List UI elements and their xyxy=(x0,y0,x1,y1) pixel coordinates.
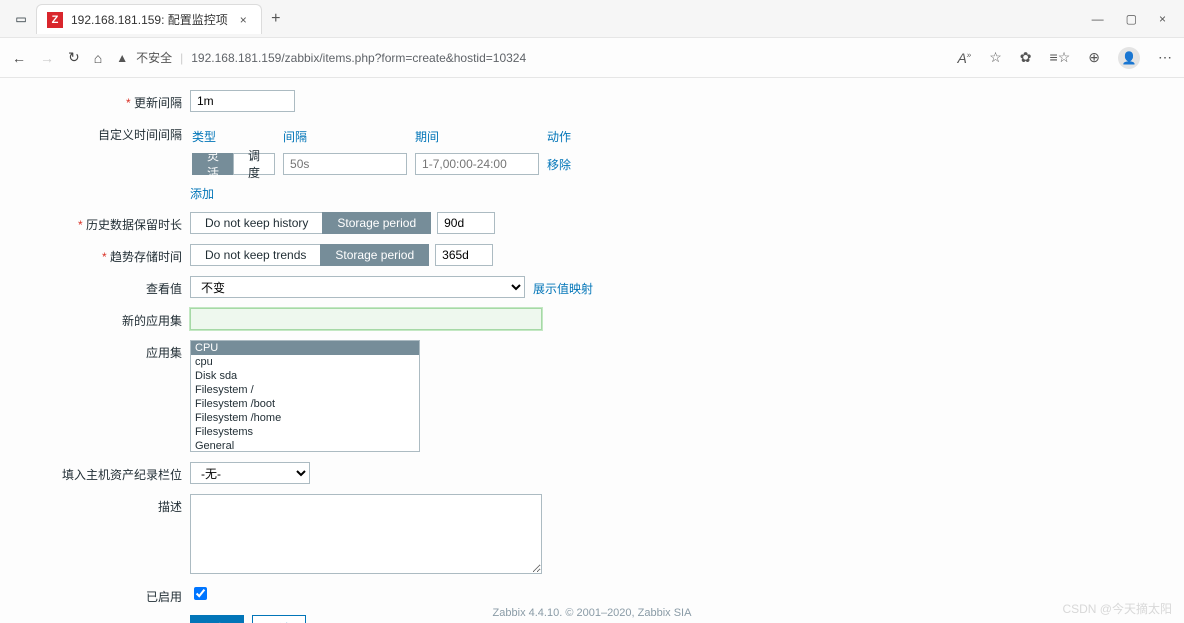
interval-type-flexible[interactable]: 灵活 xyxy=(192,153,234,175)
favorite-icon[interactable]: ☆ xyxy=(989,49,1002,66)
description-textarea[interactable] xyxy=(190,494,542,574)
new-application-input[interactable] xyxy=(190,308,542,330)
history-storage-period[interactable]: Storage period xyxy=(322,212,431,234)
applications-listbox[interactable]: CPUcpuDisk sdaFilesystem /Filesystem /bo… xyxy=(190,340,420,452)
col-interval: 间隔 xyxy=(283,124,413,149)
value-mapping-link[interactable]: 展示值映射 xyxy=(533,276,593,297)
text-size-icon[interactable]: A» xyxy=(957,50,971,66)
interval-delay-input[interactable] xyxy=(283,153,407,175)
history-value-input[interactable] xyxy=(437,212,495,234)
window-close-button[interactable]: × xyxy=(1159,12,1166,26)
interval-period-input[interactable] xyxy=(415,153,539,175)
interval-add-link[interactable]: 添加 xyxy=(190,187,214,201)
tab-title: 192.168.181.159: 配置监控项 xyxy=(71,11,228,28)
label-show-value: 查看值 xyxy=(0,276,190,297)
interval-type-scheduling[interactable]: 调度 xyxy=(233,153,275,175)
update-interval-input[interactable] xyxy=(190,90,295,112)
url-text: 192.168.181.159/zabbix/items.php?form=cr… xyxy=(191,51,526,65)
security-label: 不安全 xyxy=(136,49,172,66)
nav-refresh-button[interactable]: ↻ xyxy=(68,49,80,66)
tab-list-icon[interactable]: ▭ xyxy=(6,4,36,34)
collections-icon[interactable]: ⊕ xyxy=(1088,49,1100,66)
show-value-select[interactable]: 不变 xyxy=(190,276,525,298)
watermark: CSDN @今天摘太阳 xyxy=(1062,600,1172,617)
label-history: 历史数据保留时长 xyxy=(0,212,190,233)
application-option[interactable]: CPU xyxy=(191,341,419,355)
nav-forward-button: → xyxy=(40,50,54,66)
label-populate-host: 填入主机资产纪录栏位 xyxy=(0,462,190,483)
address-field[interactable]: ▲ 不安全 | 192.168.181.159/zabbix/items.php… xyxy=(116,49,943,66)
profile-avatar[interactable]: 👤 xyxy=(1118,47,1140,69)
col-type: 类型 xyxy=(192,124,281,149)
trends-value-input[interactable] xyxy=(435,244,493,266)
label-trends: 趋势存储时间 xyxy=(0,244,190,265)
enabled-checkbox[interactable] xyxy=(194,587,207,600)
trends-storage-period[interactable]: Storage period xyxy=(320,244,429,266)
favorites-bar-icon[interactable]: ≡☆ xyxy=(1050,49,1071,66)
extension-icon[interactable]: ✿ xyxy=(1020,49,1032,66)
trends-do-not-keep[interactable]: Do not keep trends xyxy=(190,244,321,266)
label-update-interval: 更新间隔 xyxy=(0,90,190,111)
footer-text: Zabbix 4.4.10. © 2001–2020, Zabbix SIA xyxy=(0,607,1184,619)
settings-more-button[interactable]: ⋯ xyxy=(1158,49,1172,66)
label-description: 描述 xyxy=(0,494,190,515)
tab-close-button[interactable]: × xyxy=(236,13,251,27)
application-option[interactable]: Filesystem /boot xyxy=(191,397,419,411)
nav-home-button[interactable]: ⌂ xyxy=(94,50,102,66)
window-minimize-button[interactable]: — xyxy=(1092,12,1104,26)
history-do-not-keep[interactable]: Do not keep history xyxy=(190,212,323,234)
label-applications: 应用集 xyxy=(0,340,190,361)
security-warning-icon: ▲ xyxy=(116,51,128,65)
application-option[interactable]: Disk sda xyxy=(191,369,419,383)
label-custom-intervals: 自定义时间间隔 xyxy=(0,122,190,143)
browser-tab[interactable]: Z 192.168.181.159: 配置监控项 × xyxy=(36,4,262,34)
window-maximize-button[interactable]: ▢ xyxy=(1126,12,1137,26)
label-new-application: 新的应用集 xyxy=(0,308,190,329)
application-option[interactable]: Filesystems xyxy=(191,425,419,439)
application-option[interactable]: Filesystem / xyxy=(191,383,419,397)
col-period: 期间 xyxy=(415,124,545,149)
application-option[interactable]: Filesystem /home xyxy=(191,411,419,425)
nav-back-button[interactable]: ← xyxy=(12,50,26,66)
application-option[interactable]: General xyxy=(191,439,419,452)
new-tab-button[interactable]: + xyxy=(262,10,290,28)
address-bar: ← → ↻ ⌂ ▲ 不安全 | 192.168.181.159/zabbix/i… xyxy=(0,38,1184,78)
interval-remove-link[interactable]: 移除 xyxy=(547,158,571,172)
populate-host-select[interactable]: -无- xyxy=(190,462,310,484)
col-action: 动作 xyxy=(547,124,577,149)
favicon-zabbix: Z xyxy=(47,12,63,28)
application-option[interactable]: cpu xyxy=(191,355,419,369)
label-enabled: 已启用 xyxy=(0,584,190,605)
custom-intervals-table: 类型 间隔 期间 动作 灵活 调度 移除 xyxy=(190,122,579,179)
title-bar: ▭ Z 192.168.181.159: 配置监控项 × + — ▢ × xyxy=(0,0,1184,38)
form-content: 更新间隔 自定义时间间隔 类型 间隔 期间 动作 灵活 调度 xyxy=(0,78,1184,623)
